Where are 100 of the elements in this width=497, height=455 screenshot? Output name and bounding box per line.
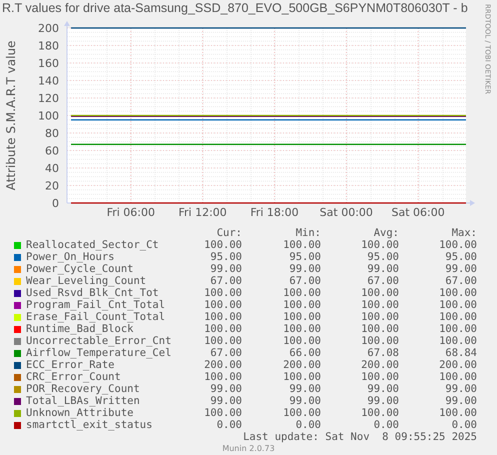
legend-label: Reallocated_Sector_Ct (26, 239, 160, 251)
legend-label: Power_Cycle_Count (26, 263, 134, 275)
legend-label: Uncorrectable_Error_Cnt (26, 335, 172, 347)
column-header: Avg: (372, 227, 399, 239)
table-cell-text: 67.00 (444, 275, 477, 287)
table-cell-text: 100.00 (282, 239, 321, 251)
table-cell-text: 100.00 (360, 299, 399, 311)
table-cell-text: 99.00 (288, 395, 321, 407)
table-cell-text: 100.00 (282, 299, 321, 311)
table-cell-text: 99.00 (209, 395, 242, 407)
table-cell-text: 100.00 (438, 239, 477, 251)
y-tick-label: 140 (38, 74, 59, 88)
legend-label: Total_LBAs_Written (26, 395, 141, 407)
legend-label: Runtime_Bad_Block (26, 323, 134, 335)
y-tick-label: 80 (45, 127, 59, 140)
table-cell-text: 100.00 (360, 323, 399, 335)
table-cell-text: 100.00 (438, 311, 477, 323)
last-update: Last update: Sat Nov 8 09:55:25 2025 (243, 431, 477, 443)
table-cell-text: 0.00 (450, 419, 477, 431)
table-cell-text: 100.00 (282, 335, 321, 347)
legend-label: ECC_Error_Rate (26, 359, 116, 371)
table-cell-text: 67.08 (366, 347, 399, 359)
table-cell-text: 100.00 (438, 371, 477, 383)
table-cell-text: 100.00 (203, 323, 242, 335)
y-tick-label: 160 (38, 57, 59, 70)
table-cell-text: 100.00 (203, 299, 242, 311)
legend-label: Unknown_Attribute (26, 407, 134, 419)
table-cell-text: 100.00 (282, 287, 321, 299)
table-cell-text: 100.00 (203, 407, 242, 419)
table-cell-text: 100.00 (360, 335, 399, 347)
y-tick-label: 40 (45, 162, 59, 175)
table-cell-text: 100.00 (360, 371, 399, 383)
column-header: Max: (450, 227, 477, 239)
table-cell-text: 67.00 (209, 275, 242, 287)
table-cell-text: 100.00 (282, 407, 321, 419)
table-cell-text: 99.00 (209, 383, 242, 395)
table-cell-text: 0.00 (216, 419, 242, 431)
column-header: Min: (294, 227, 321, 239)
table-cell-text: 100.00 (438, 323, 477, 335)
table-cell-text: 99.00 (366, 395, 399, 407)
x-tick-label: Fri 06:00 (106, 206, 155, 219)
y-axis-title: Attribute S.M.A.R.T value (4, 40, 18, 190)
table-cell-text: 100.00 (282, 323, 321, 335)
table-cell-text: 100.00 (203, 287, 242, 299)
table-cell-text: 95.00 (209, 251, 242, 263)
legend-label: Used_Rsvd_Blk_Cnt_Tot (26, 287, 160, 299)
table-cell-text: 100.00 (203, 335, 242, 347)
table-cell-text: 100.00 (282, 311, 321, 323)
x-tick-label: Sat 00:00 (320, 206, 373, 219)
y-tick-label: 180 (38, 40, 59, 52)
table-cell-text: 100.00 (360, 311, 399, 323)
legend-label: CRC_Error_Count (26, 371, 122, 383)
table-cell-text: 95.00 (444, 251, 477, 263)
table-cell-text: 67.00 (288, 275, 321, 287)
table-cell-text: 100.00 (438, 287, 477, 299)
column-header: Cur: (216, 227, 242, 239)
graph-title: R.T values for drive ata-Samsung_SSD_870_EVO_500GB_S6PYNM0T806030T - b (1, 0, 469, 16)
legend-label: POR_Recovery_Count (26, 383, 141, 395)
munin-version: Munin 2.0.73 (222, 444, 275, 454)
table-cell-text: 99.00 (366, 263, 399, 275)
table-cell-text: 200.00 (360, 359, 399, 371)
legend-label: smartctl_exit_status (26, 419, 154, 431)
table-cell-text: 99.00 (366, 383, 399, 395)
y-tick-label: 200 (38, 22, 59, 35)
table-cell-text: 100.00 (203, 311, 242, 323)
x-tick-label: Sat 06:00 (392, 206, 445, 219)
table-cell-text: 99.00 (444, 383, 477, 395)
table-cell-text: 99.00 (444, 263, 477, 275)
table-cell-text: 95.00 (366, 251, 399, 263)
y-tick-label: 100 (38, 110, 59, 122)
legend-label: Program_Fail_Cnt_Total (26, 299, 166, 311)
table-cell-text: 67.00 (366, 275, 399, 287)
table-cell-text: 99.00 (288, 263, 321, 275)
table-cell-text: 99.00 (288, 383, 321, 395)
table-cell-text: 0.00 (294, 419, 321, 431)
table-cell-text: 99.00 (209, 263, 242, 275)
table-cell-text: 99.00 (444, 395, 477, 407)
table-cell-text: 200.00 (282, 359, 321, 371)
table-cell-text: 100.00 (203, 371, 242, 383)
x-tick-label: Fri 18:00 (250, 206, 299, 219)
legend-label: Wear_Leveling_Count (26, 275, 148, 287)
y-tick-label: 60 (45, 144, 59, 158)
table-cell-text: 100.00 (360, 407, 399, 419)
y-tick-label: 0 (52, 197, 59, 210)
table-cell-text: 100.00 (360, 239, 399, 251)
table-cell-text: 0.00 (372, 419, 399, 431)
legend-label: Erase_Fail_Count_Total (26, 311, 166, 323)
table-cell-text: 67.00 (209, 347, 242, 359)
table-cell-text: 100.00 (438, 407, 477, 419)
table-cell-text: 200.00 (203, 359, 242, 371)
table-cell-text: 200.00 (438, 359, 477, 371)
table-cell-text: 100.00 (203, 239, 242, 251)
legend-label: Power_On_Hours (26, 251, 116, 263)
y-tick-label: 20 (45, 180, 59, 192)
table-cell-text: 68.84 (444, 347, 477, 359)
x-tick-label: Fri 12:00 (178, 206, 227, 219)
legend-label: Airflow_Temperature_Cel (26, 347, 172, 359)
table-cell-text: 100.00 (438, 299, 477, 311)
y-tick-label: 120 (38, 92, 59, 105)
table-cell-text: 100.00 (438, 335, 477, 347)
